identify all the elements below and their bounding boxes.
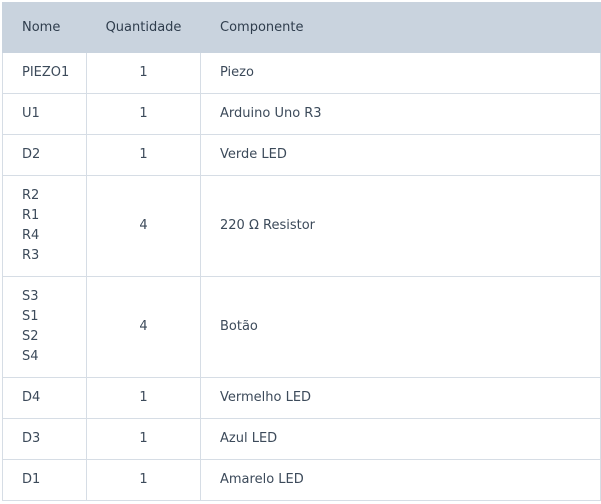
cell-name: U1: [2, 93, 87, 135]
designator: D3: [22, 431, 41, 446]
cell-name: R2 R1 R4 R3: [2, 175, 87, 277]
designator: R3: [22, 248, 40, 263]
table-row: R2 R1 R4 R3 4 220 Ω Resistor: [2, 175, 601, 277]
components-table: Nome Quantidade Componente PIEZO1 1 Piezo U…: [2, 2, 601, 501]
table-row: D1 1 Amarelo LED: [2, 459, 601, 501]
designator: D2: [22, 147, 41, 162]
header-name[interactable]: Nome: [2, 2, 87, 53]
cell-component: Verde LED: [200, 134, 601, 176]
cell-quantity: 1: [86, 418, 201, 460]
designator: D4: [22, 390, 41, 405]
table-body: PIEZO1 1 Piezo U1 1 Arduino Uno R3 D2 1 Verde LE…: [2, 52, 601, 501]
cell-quantity: 1: [86, 459, 201, 501]
cell-quantity: 4: [86, 276, 201, 378]
table-row: D3 1 Azul LED: [2, 418, 601, 460]
table-row: PIEZO1 1 Piezo: [2, 52, 601, 94]
cell-component: Azul LED: [200, 418, 601, 460]
table-row: D4 1 Vermelho LED: [2, 377, 601, 419]
header-row: Nome Quantidade Componente: [2, 2, 601, 53]
cell-name: D4: [2, 377, 87, 419]
cell-component: Vermelho LED: [200, 377, 601, 419]
designator: S1: [22, 309, 39, 324]
cell-component: 220 Ω Resistor: [200, 175, 601, 277]
cell-quantity: 4: [86, 175, 201, 277]
designator: D1: [22, 472, 41, 487]
cell-name: PIEZO1: [2, 52, 87, 94]
designator: R4: [22, 228, 40, 243]
cell-name: D3: [2, 418, 87, 460]
designator: S3: [22, 289, 39, 304]
cell-component: Botão: [200, 276, 601, 378]
designator: R2: [22, 188, 40, 203]
cell-component: Piezo: [200, 52, 601, 94]
cell-name: D2: [2, 134, 87, 176]
table-row: U1 1 Arduino Uno R3: [2, 93, 601, 135]
cell-quantity: 1: [86, 52, 201, 94]
cell-name: S3 S1 S2 S4: [2, 276, 87, 378]
designator: U1: [22, 106, 40, 121]
designator: S4: [22, 349, 39, 364]
bom-table-container: Nome Quantidade Componente PIEZO1 1 Piezo U…: [2, 2, 601, 501]
cell-quantity: 1: [86, 134, 201, 176]
designator: R1: [22, 208, 40, 223]
table-row: D2 1 Verde LED: [2, 134, 601, 176]
designator: S2: [22, 329, 39, 344]
header-component[interactable]: Componente: [200, 2, 601, 53]
cell-quantity: 1: [86, 377, 201, 419]
header-quantity[interactable]: Quantidade: [86, 2, 201, 53]
cell-component: Amarelo LED: [200, 459, 601, 501]
cell-quantity: 1: [86, 93, 201, 135]
cell-name: D1: [2, 459, 87, 501]
table-header: Nome Quantidade Componente: [2, 2, 601, 53]
designator: PIEZO1: [22, 65, 70, 80]
table-row: S3 S1 S2 S4 4 Botão: [2, 276, 601, 378]
cell-component: Arduino Uno R3: [200, 93, 601, 135]
